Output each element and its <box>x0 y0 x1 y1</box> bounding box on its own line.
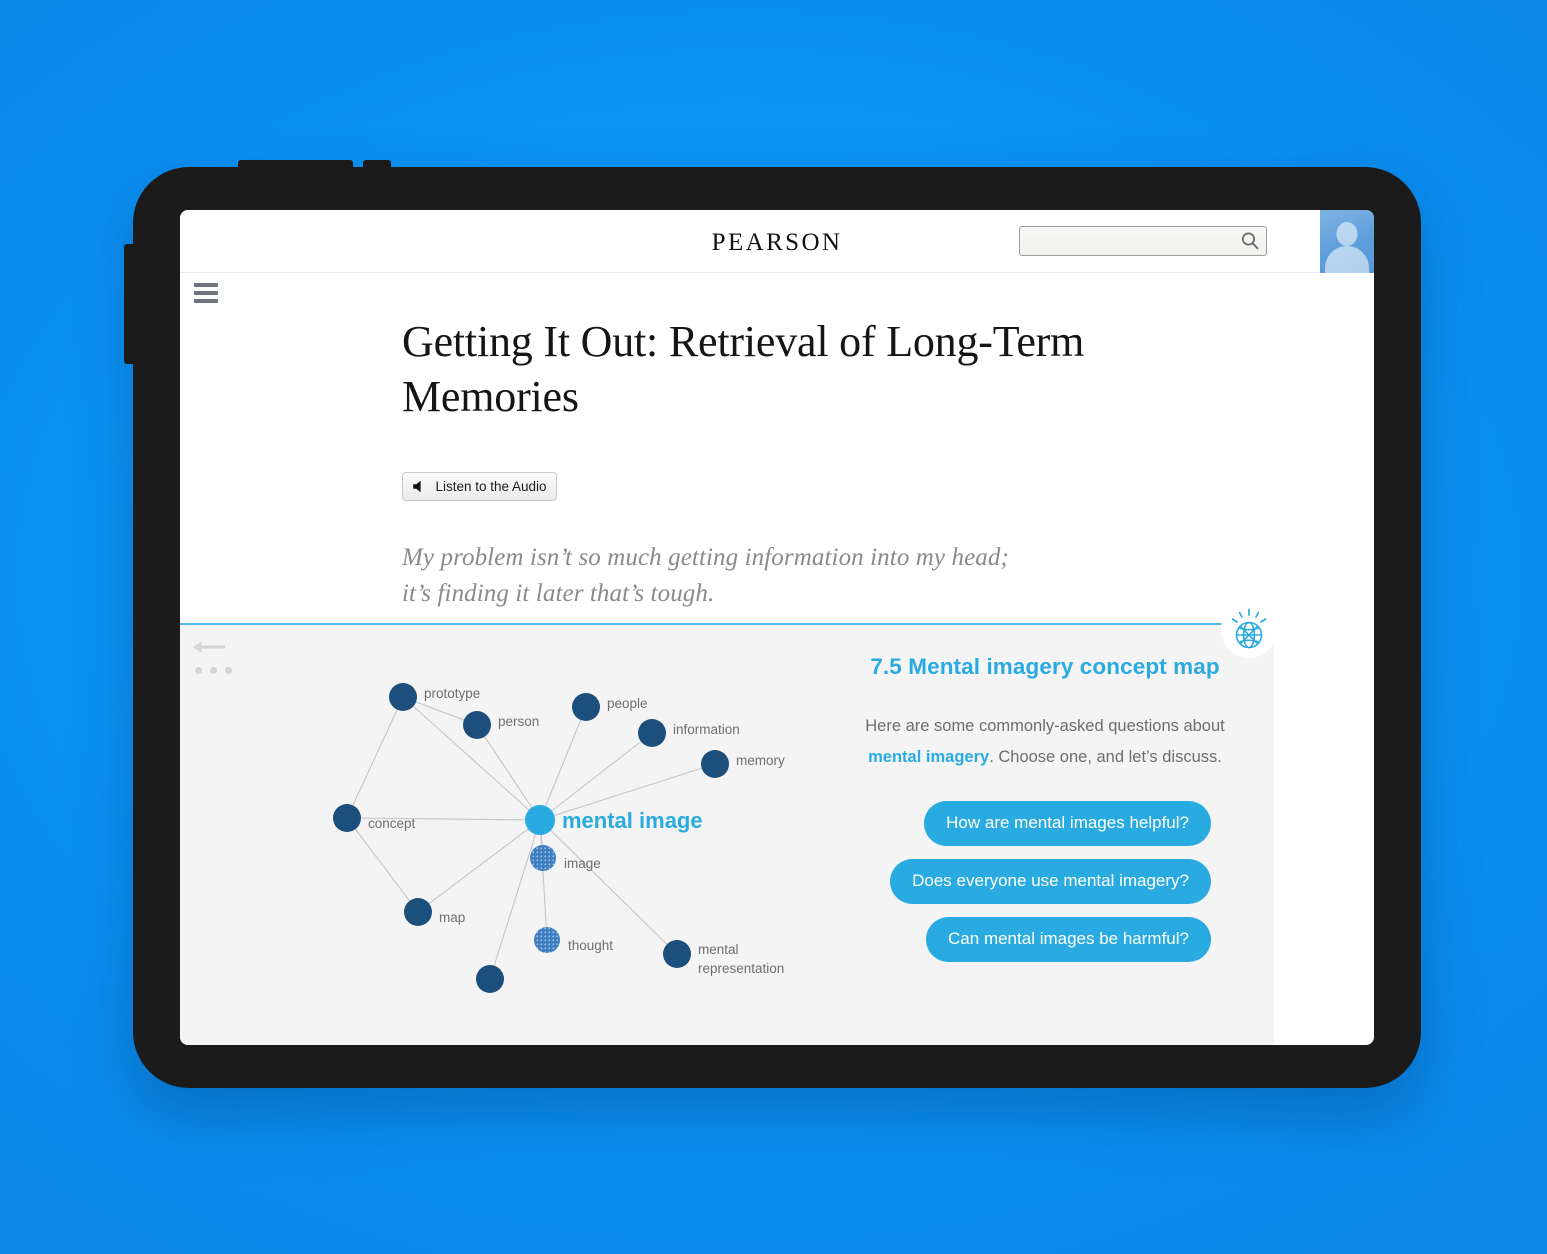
tablet-volume-button <box>124 244 136 364</box>
concept-map-node[interactable] <box>333 804 361 832</box>
concept-map-edge <box>539 819 548 941</box>
activity-intro-before: Here are some commonly-asked questions a… <box>865 717 1225 735</box>
activity-intro: Here are some commonly-asked questions a… <box>835 711 1255 773</box>
avatar-body <box>1325 246 1369 273</box>
top-bar: PEARSON <box>180 210 1374 273</box>
page-title: Getting It Out: Retrieval of Long-Term M… <box>402 317 1085 421</box>
concept-map-edge <box>539 706 587 821</box>
dot <box>195 667 202 674</box>
search-box[interactable] <box>1019 226 1267 256</box>
concept-map-svg[interactable]: prototype person people information memory co… <box>240 635 880 1035</box>
concept-map-node[interactable] <box>572 693 600 721</box>
concept-map-node[interactable] <box>534 927 560 953</box>
pull-quote: My problem isn’t so much getting informa… <box>402 540 1142 612</box>
concept-map-edge <box>417 819 541 913</box>
listen-to-audio-label: Listen to the Audio <box>435 479 547 494</box>
concept-map-node-label: map <box>439 910 465 925</box>
concept-map-edge <box>539 732 653 821</box>
concept-map-edge <box>539 819 678 955</box>
search-input[interactable] <box>1028 227 1228 255</box>
concept-map-edge <box>346 696 404 819</box>
concept-map-node[interactable] <box>525 805 555 835</box>
speaker-icon <box>412 480 426 493</box>
concept-map-node-label: thought <box>568 938 613 953</box>
quote-line-1: My problem isn’t so much getting informa… <box>402 544 1009 571</box>
concept-map-node-label: image <box>564 856 601 871</box>
question-bubble[interactable]: Can mental images be harmful? <box>926 917 1211 962</box>
tablet-screen: PEARSON Getting It Out: Retrieval of Lon… <box>180 210 1374 1045</box>
concept-map-node-label: person <box>498 714 539 729</box>
concept-map[interactable]: prototype person people information memory co… <box>240 635 880 1035</box>
more-options-dots-icon[interactable] <box>192 667 232 674</box>
tablet-top-button-secondary <box>363 160 391 174</box>
user-avatar-icon[interactable] <box>1320 210 1374 273</box>
activity-panel: prototype person people information memory co… <box>180 625 1274 1045</box>
concept-map-node[interactable] <box>389 683 417 711</box>
concept-map-edge <box>489 819 541 980</box>
globe-idea-icon[interactable] <box>1221 602 1277 658</box>
back-arrow-icon[interactable] <box>192 639 226 655</box>
concept-map-node-label: people <box>607 696 648 711</box>
quote-line-2: it’s finding it later that’s tough. <box>402 580 715 607</box>
listen-to-audio-button[interactable]: Listen to the Audio <box>402 472 557 501</box>
concept-map-node[interactable] <box>530 845 556 871</box>
tablet-device-frame: PEARSON Getting It Out: Retrieval of Lon… <box>124 160 1421 1088</box>
concept-map-node[interactable] <box>663 940 691 968</box>
concept-map-node-label: mental <box>698 942 739 957</box>
activity-sidebar: 7.5 Mental imagery concept map Here are … <box>835 635 1255 962</box>
activity-title: 7.5 Mental imagery concept map <box>870 654 1220 679</box>
concept-map-node-label: representation <box>698 961 784 976</box>
concept-map-node-label: concept <box>368 816 416 831</box>
panel-navigation <box>192 639 232 674</box>
article-header: Getting It Out: Retrieval of Long-Term M… <box>180 273 1374 622</box>
concept-map-node-label: memory <box>736 753 785 768</box>
tablet-top-button <box>238 160 353 174</box>
search-icon[interactable] <box>1240 231 1260 251</box>
concept-map-node[interactable] <box>701 750 729 778</box>
concept-map-edge <box>346 817 419 913</box>
dot <box>225 667 232 674</box>
concept-map-node[interactable] <box>638 719 666 747</box>
concept-map-node-label: mental image <box>562 808 703 833</box>
dot <box>210 667 217 674</box>
activity-intro-after: . Choose one, and let’s discuss. <box>989 748 1222 766</box>
avatar-head <box>1336 222 1358 246</box>
concept-map-node[interactable] <box>463 711 491 739</box>
activity-intro-highlight: mental imagery <box>868 748 990 766</box>
question-bubble-list: How are mental images helpful? Does ever… <box>835 801 1255 962</box>
question-bubble[interactable]: How are mental images helpful? <box>924 801 1211 846</box>
concept-map-node[interactable] <box>476 965 504 993</box>
concept-map-node-label: information <box>673 722 740 737</box>
concept-map-node-label: prototype <box>424 686 480 701</box>
concept-map-node[interactable] <box>404 898 432 926</box>
question-bubble[interactable]: Does everyone use mental imagery? <box>890 859 1211 904</box>
